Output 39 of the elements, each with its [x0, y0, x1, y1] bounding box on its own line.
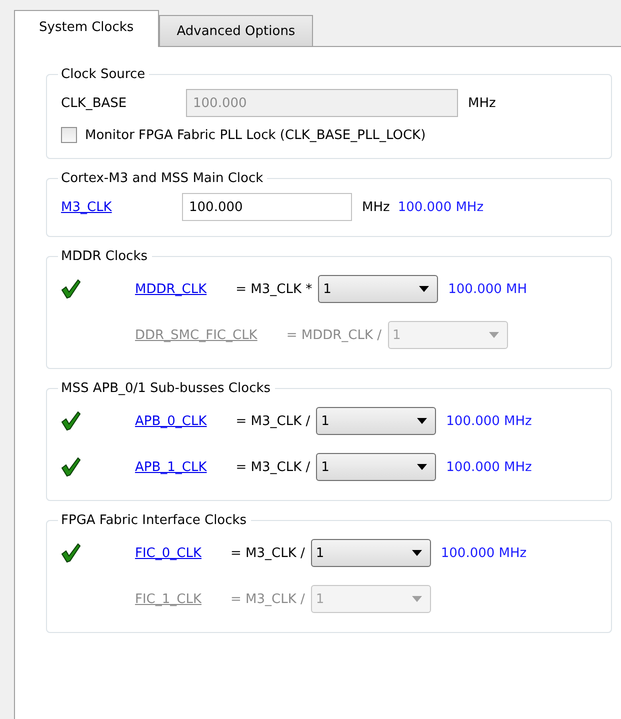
frequency-readout: 100.000 MHz: [440, 546, 527, 560]
clock-formula: = M3_CLK /: [230, 592, 305, 606]
group-title: MDDR Clocks: [60, 249, 148, 264]
frequency-readout: 100.000 MHz: [446, 460, 532, 474]
frequency-field[interactable]: 100.000: [182, 193, 352, 221]
group-title: MSS APB_0/1 Sub-busses Clocks: [60, 381, 272, 396]
group-title: Cortex-M3 and MSS Main Clock: [60, 171, 264, 186]
group-title: Clock Source: [60, 67, 146, 82]
caret-icon: [419, 286, 430, 292]
unit-label: MHz: [468, 96, 496, 110]
clock-formula: = M3_CLK /: [236, 460, 310, 474]
unit-label: MHz: [362, 200, 390, 214]
caret-icon: [417, 418, 428, 424]
clock-formula: = MDDR_CLK /: [286, 328, 382, 342]
divider-dropdown[interactable]: 1: [310, 539, 431, 567]
clock-link[interactable]: APB_0_CLK: [135, 414, 207, 428]
clock-link[interactable]: FIC_0_CLK: [135, 546, 202, 560]
frequency-readout: 100.000 MHz: [446, 414, 532, 428]
caret-icon: [412, 596, 422, 602]
checkbox-label: Monitor FPGA Fabric PLL Lock (CLK_BASE_PLL_LOCK): [85, 128, 426, 142]
checkbox[interactable]: [61, 127, 77, 143]
clock-link[interactable]: APB_1_CLK: [135, 460, 207, 474]
caret-icon: [417, 464, 428, 470]
caret-icon: [412, 550, 422, 556]
frequency-readout: 100.000 MHz: [398, 200, 484, 214]
clock-link[interactable]: MDDR_CLK: [135, 282, 207, 296]
caret-icon: [488, 332, 498, 338]
divider-dropdown[interactable]: 1: [318, 275, 438, 303]
clock-link[interactable]: M3_CLK: [61, 200, 182, 214]
tab[interactable]: Advanced Options: [158, 15, 314, 46]
field-label: CLK_BASE: [61, 96, 128, 110]
clock-formula: = M3_CLK /: [230, 546, 305, 560]
clock-formula: = M3_CLK /: [236, 414, 310, 428]
divider-dropdown[interactable]: 1: [316, 453, 436, 481]
frequency-readout: 100.000 MH: [448, 282, 528, 296]
tab[interactable]: System Clocks: [14, 10, 159, 47]
divider-dropdown[interactable]: 1: [316, 407, 436, 435]
clock-formula: = M3_CLK *: [236, 282, 312, 296]
group-title: FPGA Fabric Interface Clocks: [60, 513, 248, 528]
